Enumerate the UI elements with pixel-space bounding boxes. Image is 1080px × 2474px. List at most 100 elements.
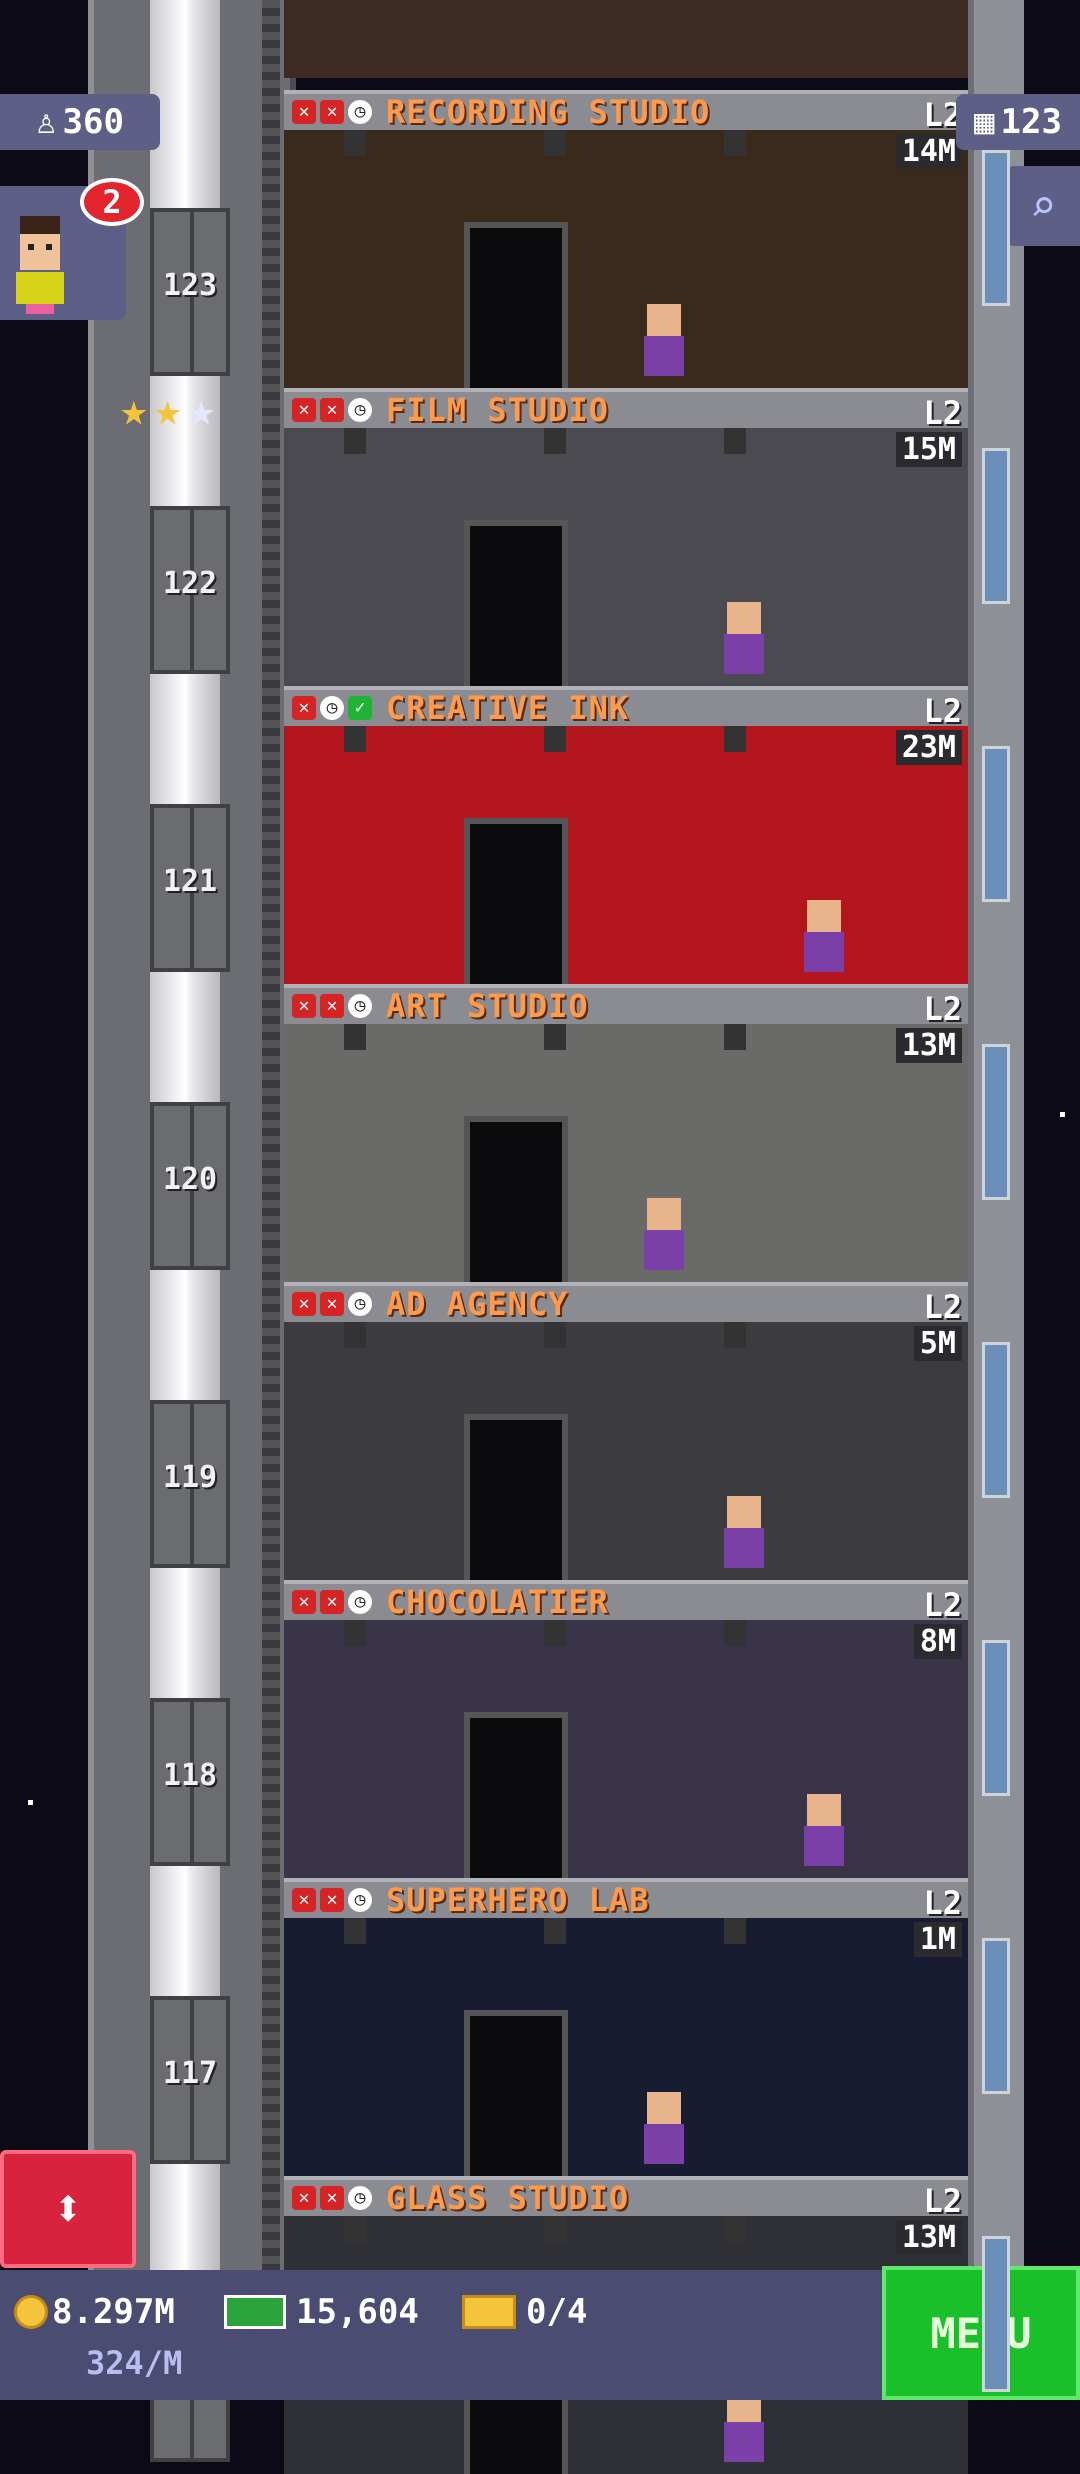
menu-button[interactable]: MENU	[882, 2266, 1080, 2400]
floor-room[interactable]	[284, 130, 968, 388]
floor-name: CREATIVE INK	[386, 689, 630, 727]
floor-118[interactable]: ✕ ✕ ◷ CHOCOLATIER L2 8M	[284, 1580, 968, 1878]
coin-icon	[14, 2295, 48, 2329]
stock-empty-icon: ✕	[320, 994, 344, 1018]
elevator-floor-number: 123	[162, 268, 218, 303]
notification-badge: 2	[80, 178, 144, 226]
room-door	[464, 1116, 568, 1282]
elevator-floor-number: 118	[162, 1758, 218, 1793]
floor-121[interactable]: ✕ ◷ ✓ CREATIVE INK L2 23M	[284, 686, 968, 984]
tower-window	[982, 1938, 1010, 2094]
floor-room[interactable]	[284, 1620, 968, 1878]
room-door	[464, 222, 568, 388]
ceiling-lamp-icon	[344, 428, 366, 454]
ceiling-lamp-icon	[344, 130, 366, 156]
tower-window	[982, 2236, 1010, 2392]
floor-stock: 13M	[895, 2220, 962, 2255]
elevator-control-button[interactable]: ⬍	[0, 2150, 136, 2268]
floor-header: ✕ ✕ ◷ CHOCOLATIER L2	[284, 1580, 968, 1624]
population-counter[interactable]: ♙ 360	[0, 94, 160, 150]
ceiling-lamp-icon	[724, 130, 746, 156]
tower-window	[982, 746, 1010, 902]
floor-room[interactable]	[284, 1918, 968, 2176]
floor-room[interactable]	[284, 1322, 968, 1580]
stock-empty-icon: ✕	[320, 100, 344, 124]
bitizen[interactable]	[724, 602, 764, 674]
floor-123[interactable]: ✕ ✕ ◷ RECORDING STUDIO L2 14M	[284, 90, 968, 388]
ceiling-lamp-icon	[544, 1620, 566, 1646]
tickets-display[interactable]: 0/4	[462, 2292, 587, 2332]
star-filled-icon: ★	[120, 382, 148, 436]
bitizen[interactable]	[724, 2390, 764, 2462]
room-door	[464, 818, 568, 984]
ceiling-lamp-icon	[724, 1322, 746, 1348]
floor-name: SUPERHERO LAB	[386, 1881, 650, 1919]
floor-counter[interactable]: ▦ 123	[956, 94, 1080, 150]
bitizen[interactable]	[644, 2092, 684, 2164]
ceiling-lamp-icon	[724, 726, 746, 752]
tower-window	[982, 1044, 1010, 1200]
stock-empty-icon: ✕	[320, 398, 344, 422]
clock-icon: ◷	[348, 100, 372, 124]
floor-rating-stars: ★ ★ ★	[120, 386, 215, 432]
ceiling-lamp-icon	[344, 1620, 366, 1646]
stock-empty-icon: ✕	[320, 2186, 344, 2210]
floor-status-icons: ✕ ✕ ◷	[292, 100, 372, 124]
bitizen[interactable]	[644, 304, 684, 376]
ceiling-lamp-icon	[544, 1322, 566, 1348]
bux-icon	[224, 2295, 286, 2329]
elevator-floor-number: 117	[162, 2056, 218, 2091]
clock-icon: ◷	[348, 1590, 372, 1614]
ceiling-lamp-icon	[724, 1620, 746, 1646]
clock-icon: ◷	[348, 994, 372, 1018]
tower-window	[982, 448, 1010, 604]
floor-name: ART STUDIO	[386, 987, 589, 1025]
floor-stock: 14M	[895, 134, 962, 169]
floor-room[interactable]	[284, 726, 968, 984]
bitizen[interactable]	[644, 1198, 684, 1270]
elevator-floor-number: 119	[162, 1460, 218, 1495]
floor-stock: 1M	[913, 1922, 962, 1957]
clock-icon: ◷	[320, 696, 344, 720]
ceiling-lamp-icon	[724, 428, 746, 454]
ceiling-lamp-icon	[724, 2216, 746, 2242]
star-empty-icon: ★	[187, 382, 216, 436]
floor-122[interactable]: ✕ ✕ ◷ FILM STUDIO L2 15M	[284, 388, 968, 686]
ceiling-lamp-icon	[344, 1024, 366, 1050]
floor-stock: 15M	[895, 432, 962, 467]
room-door	[464, 1414, 568, 1580]
floor-name: RECORDING STUDIO	[386, 93, 711, 131]
floor-partial-top	[284, 0, 968, 90]
floor-room[interactable]	[284, 428, 968, 686]
tickets-value: 0/4	[526, 2292, 588, 2332]
bux-value: 15,604	[296, 2292, 419, 2332]
floor-name: GLASS STUDIO	[386, 2179, 630, 2217]
floor-status-icons: ✕ ✕ ◷	[292, 994, 372, 1018]
floor-stock: 23M	[895, 730, 962, 765]
floor-120[interactable]: ✕ ✕ ◷ ART STUDIO L2 13M	[284, 984, 968, 1282]
stock-empty-icon: ✕	[292, 1292, 316, 1316]
stock-empty-icon: ✕	[292, 1888, 316, 1912]
floor-level: L2	[923, 1586, 962, 1624]
floor-117[interactable]: ✕ ✕ ◷ SUPERHERO LAB L2 1M	[284, 1878, 968, 2176]
bitizen[interactable]	[724, 1496, 764, 1568]
search-button[interactable]: ⌕	[1006, 166, 1080, 246]
ceiling-lamp-icon	[544, 1918, 566, 1944]
floor-room[interactable]	[284, 1024, 968, 1282]
floor-header: ✕ ✕ ◷ RECORDING STUDIO L2	[284, 90, 968, 134]
floor-name: AD AGENCY	[386, 1285, 569, 1323]
floor-header: ✕ ✕ ◷ ART STUDIO L2	[284, 984, 968, 1028]
bitizen[interactable]	[804, 900, 844, 972]
bux-display[interactable]: 15,604	[224, 2292, 419, 2332]
floor-status-icons: ✕ ✕ ◷	[292, 1888, 372, 1912]
floor-name: FILM STUDIO	[386, 391, 609, 429]
stock-empty-icon: ✕	[292, 994, 316, 1018]
floor-level: L2	[923, 1288, 962, 1326]
floor-119[interactable]: ✕ ✕ ◷ AD AGENCY L2 5M	[284, 1282, 968, 1580]
stock-empty-icon: ✕	[320, 1292, 344, 1316]
elevator-floor-number: 121	[162, 864, 218, 899]
stock-empty-icon: ✕	[320, 1888, 344, 1912]
bitizen[interactable]	[804, 1794, 844, 1866]
stock-empty-icon: ✕	[292, 696, 316, 720]
ceiling-lamp-icon	[544, 726, 566, 752]
